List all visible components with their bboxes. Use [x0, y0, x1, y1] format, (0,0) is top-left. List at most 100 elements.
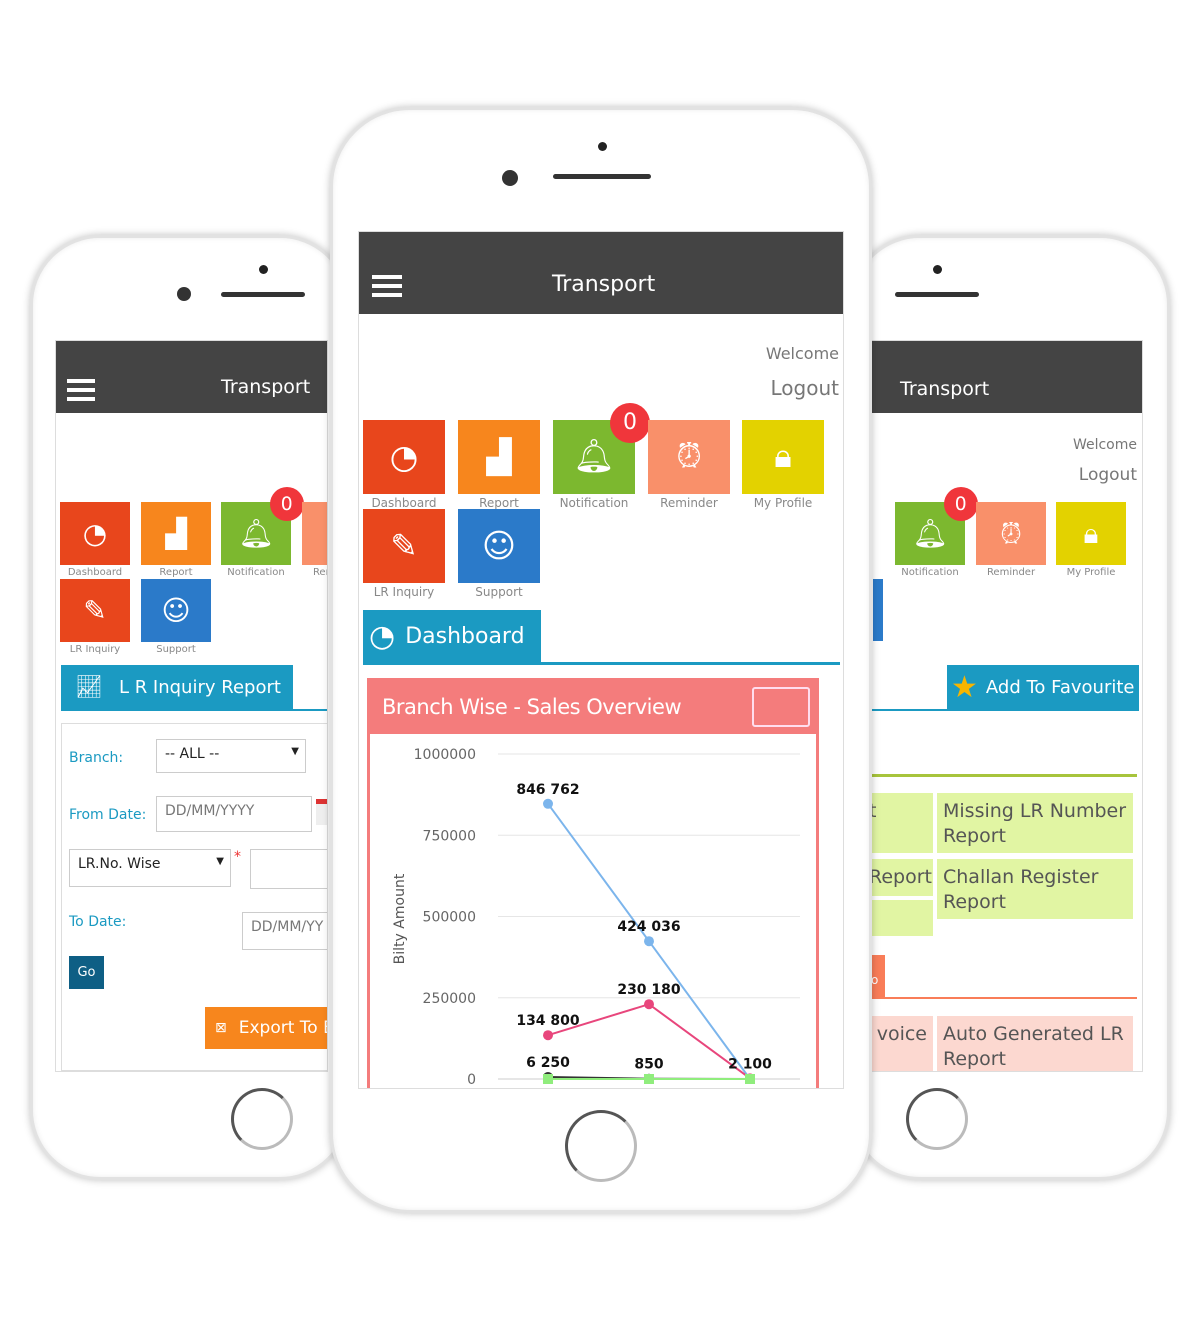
data-point: [543, 798, 553, 809]
lock-icon: 🔒︎: [1083, 516, 1099, 550]
alarm-clock-icon: ⏰︎: [676, 437, 702, 476]
tile-label: My Profile: [753, 495, 813, 510]
tile-lr-inquiry[interactable]: ✎: [363, 509, 445, 583]
speaker: [221, 292, 305, 297]
report-link[interactable]: Auto Generated LR Report: [937, 1016, 1133, 1071]
speaker: [553, 174, 651, 179]
lock-icon: 🔒︎: [774, 437, 792, 476]
tile-label: LR Inquiry: [69, 644, 121, 655]
to-date-input[interactable]: DD/MM/YY: [242, 912, 327, 950]
dropdown-arrow-icon: ▼: [216, 856, 224, 867]
report-link[interactable]: voice: [863, 1016, 933, 1071]
data-label: 2 100: [728, 1056, 772, 1072]
tile-reminder[interactable]: ⏰︎: [648, 420, 730, 494]
home-button[interactable]: [565, 1110, 637, 1182]
divider: [863, 709, 1139, 711]
section-title: L R Inquiry Report: [118, 676, 281, 698]
bell-icon: 🔔︎: [573, 437, 615, 476]
chart-svg: 1000000 750000 500000 250000 0 Bilty Amount 84…: [392, 747, 800, 1088]
app-title: Transport: [552, 272, 656, 297]
report-link[interactable]: Report: [863, 859, 933, 896]
speaker: [895, 292, 979, 297]
report-link[interactable]: Missing LR Number Report: [937, 793, 1133, 853]
home-button[interactable]: [906, 1088, 968, 1150]
edit-form-icon: ✎: [390, 526, 418, 565]
excel-icon: ⊠: [215, 1020, 227, 1036]
chart-panel: Branch Wise - Sales Overview 1000000 7500…: [367, 678, 819, 1088]
logout-link[interactable]: Logout: [771, 376, 839, 400]
divider: [363, 662, 840, 665]
star-icon: ★: [951, 669, 978, 705]
menu-icon[interactable]: [67, 379, 95, 406]
top-bar: Transport: [863, 341, 1142, 413]
left-screen: Transport ◔ Dashboard ▟ Report 🔔︎ Notificatio…: [55, 340, 328, 1072]
tile-label: Notification: [227, 567, 285, 578]
mode-value: LR.No. Wise: [78, 856, 161, 872]
app-title: Transport: [221, 376, 311, 398]
tile-label: Reminder: [312, 567, 327, 578]
edit-form-icon: ✎: [83, 594, 107, 627]
tile-my-profile[interactable]: 🔒︎: [742, 420, 824, 494]
data-point: [644, 936, 654, 947]
notification-badge: 0: [610, 402, 650, 443]
top-bar: Transport: [359, 232, 843, 314]
tile-report[interactable]: ▟: [141, 502, 211, 565]
camera: [502, 170, 518, 186]
data-label: 850: [634, 1057, 663, 1073]
tile-reminder[interactable]: ⏰︎: [976, 502, 1046, 565]
tile-lr-inquiry[interactable]: ✎: [60, 579, 130, 642]
tile-report[interactable]: ▟: [458, 420, 540, 494]
home-button[interactable]: [231, 1088, 293, 1150]
data-label: 134 800: [516, 1013, 580, 1029]
data-label: 230 180: [617, 982, 681, 998]
tile-support[interactable]: ☺: [458, 509, 540, 583]
y-tick-label: 0: [467, 1072, 476, 1088]
go-button[interactable]: Go: [69, 956, 104, 989]
report-link[interactable]: [863, 900, 933, 936]
from-date-input[interactable]: DD/MM/YYYY: [156, 796, 312, 832]
export-button[interactable]: ⊠ Export To E: [205, 1007, 328, 1049]
menu-icon[interactable]: [372, 275, 402, 302]
calendar-icon[interactable]: [316, 799, 327, 825]
section-header: 📈︎ L R Inquiry Report: [61, 665, 293, 709]
tile-reminder[interactable]: ⏰︎: [302, 502, 327, 565]
right-screen: Transport Welcome Logout 🔔︎ Notification 0…: [862, 340, 1143, 1072]
headset-icon: ☺: [161, 594, 191, 627]
branch-select[interactable]: -- ALL -- ▼: [156, 739, 306, 773]
from-date-label: From Date:: [69, 807, 147, 823]
tile-support[interactable]: ☺: [141, 579, 211, 642]
tile-dashboard[interactable]: ◔: [60, 502, 130, 565]
data-label: 6 250: [526, 1055, 570, 1071]
logout-link[interactable]: Logout: [1079, 465, 1137, 485]
y-axis-label: Bilty Amount: [392, 873, 408, 964]
branch-label: Branch:: [69, 750, 124, 766]
panel-header: Branch Wise - Sales Overview: [370, 681, 816, 734]
tile-label: Notification: [901, 567, 959, 578]
export-label: Export To E: [238, 1018, 328, 1038]
mode-select[interactable]: LR.No. Wise ▼: [69, 849, 231, 887]
section-header: ◔ Dashboard: [363, 610, 541, 663]
data-point: [543, 1074, 553, 1084]
add-to-favourite-button[interactable]: ★ Add To Favourite: [947, 665, 1139, 709]
tile-label: Report: [479, 495, 519, 510]
data-point: [745, 1074, 755, 1084]
required-mark: *: [234, 849, 241, 865]
bar-chart-icon: ▟: [165, 517, 187, 550]
tile-my-profile[interactable]: 🔒︎: [1056, 502, 1126, 565]
y-tick-label: 1000000: [414, 747, 476, 763]
tile-label: Dashboard: [371, 495, 437, 510]
data-label: 846 762: [516, 782, 579, 798]
report-link[interactable]: t: [863, 793, 933, 853]
tile-dashboard[interactable]: ◔: [363, 420, 445, 494]
line-chart-icon: 📈︎: [75, 674, 103, 700]
lr-number-input[interactable]: [250, 849, 327, 889]
report-link[interactable]: Challan Register Report: [937, 859, 1133, 919]
green-divider: [863, 774, 1137, 777]
speedometer-icon: ◔: [389, 437, 419, 476]
tile-label: LR Inquiry: [373, 584, 435, 599]
data-point: [644, 999, 654, 1010]
dashboard-grid-icon[interactable]: [752, 687, 810, 727]
tile-label: Reminder: [986, 567, 1036, 578]
y-tick-label: 750000: [423, 828, 476, 844]
sensor-dot: [598, 142, 607, 151]
